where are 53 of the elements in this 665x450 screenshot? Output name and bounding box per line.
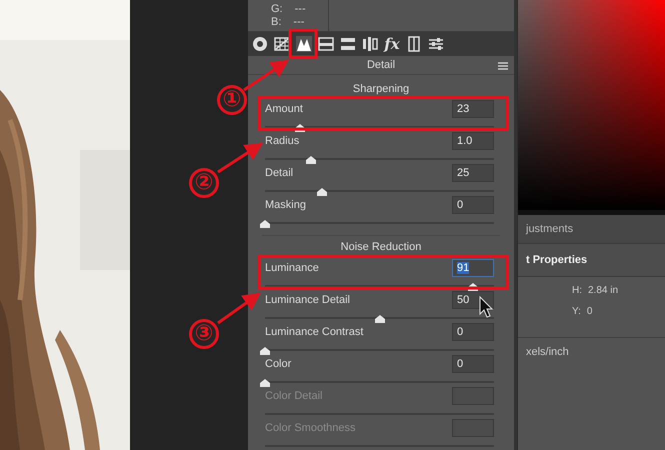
readout-value: --- [294, 3, 306, 15]
columns-icon[interactable] [362, 36, 378, 52]
film-strip-icon[interactable] [406, 36, 422, 52]
annotation-arrow [217, 142, 264, 174]
highlight-frame [288, 28, 318, 58]
panel-title: Detail [366, 59, 396, 71]
grid-icon[interactable] [274, 36, 290, 52]
field-value: 0 [586, 306, 592, 317]
resolution-unit: xels/inch [526, 346, 569, 358]
section-title: Sharpening [352, 83, 410, 95]
slider-label: Luminance [265, 262, 319, 274]
slider-thumb[interactable] [317, 188, 328, 196]
slider-label: Detail [265, 167, 294, 179]
value-field[interactable]: 0 [452, 355, 494, 373]
bars-icon[interactable] [340, 36, 356, 52]
slider-label: Luminance Contrast [265, 326, 364, 338]
slider-thumb[interactable] [374, 315, 384, 323]
split-panel-icon[interactable] [318, 36, 334, 52]
value-field[interactable]: 0 [452, 323, 494, 341]
readout-label: B: [271, 16, 282, 28]
value-field[interactable]: 25 [452, 164, 494, 182]
readout-value: --- [293, 16, 304, 28]
slider-label: Luminance Detail [265, 294, 350, 306]
readout-label: G: [271, 3, 283, 15]
slider-label: Amount [265, 103, 303, 115]
slider-thumb[interactable] [306, 156, 316, 164]
slider-label: Color [265, 358, 292, 370]
value-field[interactable]: 91 [452, 259, 494, 277]
slider-label: Masking [265, 199, 306, 211]
annotation-arrow [243, 60, 289, 92]
value-field[interactable]: 50 [452, 291, 494, 309]
slider-label: Color Smoothness [265, 422, 356, 434]
value-field[interactable]: 0 [452, 196, 494, 214]
annotation-arrow [217, 292, 261, 324]
value-field[interactable]: 23 [452, 100, 494, 118]
field-label: H: [572, 285, 582, 296]
slider-label: Color Detail [265, 390, 322, 402]
properties-header: t Properties [526, 254, 588, 266]
aperture-icon[interactable] [252, 36, 268, 52]
slider-thumb[interactable] [260, 220, 270, 228]
effects-tab[interactable]: fx [384, 35, 400, 53]
panel-tab[interactable]: justments [526, 223, 574, 235]
slider-thumb[interactable] [260, 379, 270, 387]
menu-icon [498, 62, 508, 70]
field-value: 2.84 in [588, 285, 618, 296]
slider-label: Radius [265, 135, 300, 147]
slider-thumb[interactable] [260, 347, 270, 355]
field-label: Y: [572, 306, 581, 317]
color-field[interactable] [518, 0, 665, 210]
sliders-icon[interactable] [428, 36, 444, 52]
section-title: Noise Reduction [340, 241, 422, 253]
pointer-icon [480, 296, 494, 318]
value-field[interactable]: 1.0 [452, 132, 494, 150]
